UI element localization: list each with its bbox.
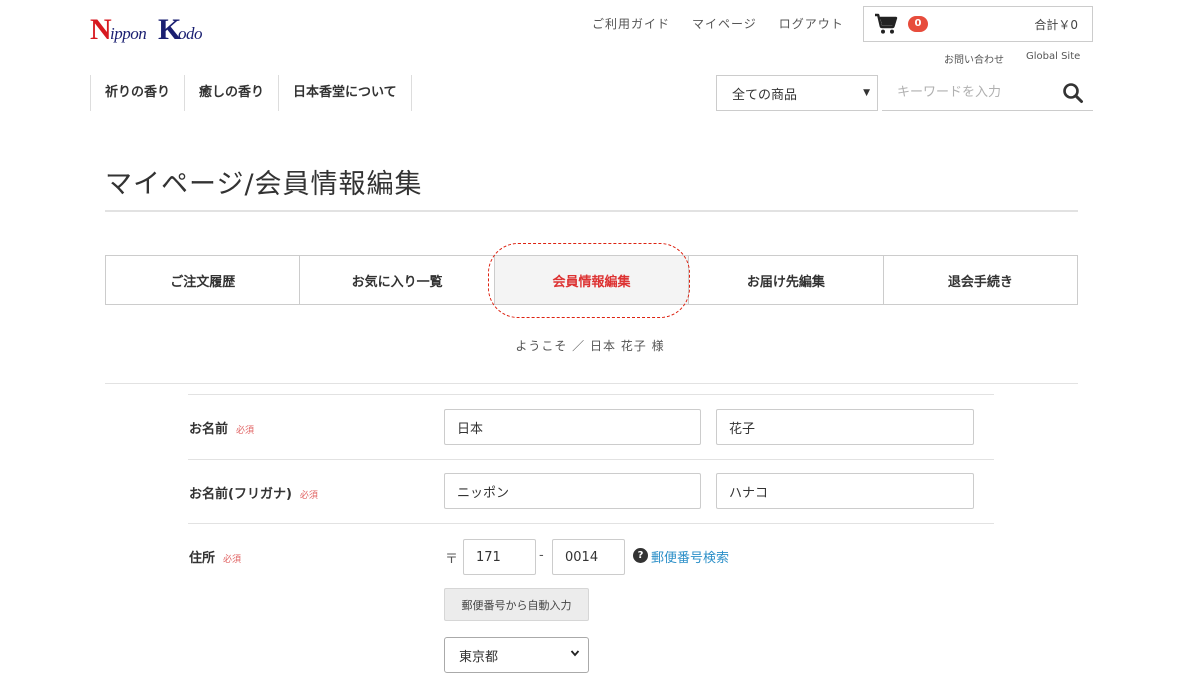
tab-member-info-edit[interactable]: 会員情報編集 bbox=[494, 256, 690, 304]
zip-code-part2-input[interactable] bbox=[552, 539, 625, 575]
first-name-input[interactable] bbox=[716, 409, 974, 445]
name-label: お名前 必須 bbox=[189, 418, 254, 437]
nav-item-prayer-scents[interactable]: 祈りの香り bbox=[91, 75, 186, 111]
contact-link[interactable]: お問い合わせ bbox=[944, 51, 1004, 66]
last-name-input[interactable] bbox=[444, 409, 701, 445]
cart-count-badge: 0 bbox=[908, 16, 928, 32]
required-badge: 必須 bbox=[236, 426, 255, 436]
sub-links: お問い合わせ Global Site bbox=[944, 51, 1080, 66]
guide-link[interactable]: ご利用ガイド bbox=[592, 15, 670, 32]
tab-delivery-address-edit[interactable]: お届け先編集 bbox=[689, 256, 884, 304]
address-label: 住所 必須 bbox=[189, 547, 241, 566]
prefecture-select[interactable]: 東京都 bbox=[444, 637, 589, 673]
nav-item-healing-scents[interactable]: 癒しの香り bbox=[185, 75, 280, 111]
kana-label-text: お名前(フリガナ) bbox=[189, 487, 292, 502]
category-nav: 祈りの香り 癒しの香り 日本香堂について bbox=[90, 75, 412, 111]
nav-item-about[interactable]: 日本香堂について bbox=[279, 75, 412, 111]
cart-button[interactable]: 0 合計￥0 bbox=[863, 6, 1093, 42]
last-name-kana-input[interactable] bbox=[444, 473, 701, 509]
mypage-link[interactable]: マイページ bbox=[692, 15, 757, 32]
tab-order-history[interactable]: ご注文履歴 bbox=[106, 256, 301, 304]
logo-text-ippon: ippon bbox=[110, 24, 147, 43]
top-links: ご利用ガイド マイページ ログアウト bbox=[592, 15, 866, 32]
zip-code-part1-input[interactable] bbox=[463, 539, 536, 575]
welcome-divider bbox=[105, 383, 1078, 384]
cart-icon bbox=[875, 13, 898, 34]
title-divider bbox=[105, 210, 1078, 212]
address-label-text: 住所 bbox=[189, 551, 216, 566]
required-badge: 必須 bbox=[223, 555, 242, 565]
logo-text-odo: odo bbox=[178, 24, 203, 43]
welcome-message: ようこそ ／ 日本 花子 様 bbox=[515, 339, 665, 353]
nippon-kodo-logo[interactable]: N ippon K odo bbox=[90, 14, 218, 46]
tab-favorites[interactable]: お気に入り一覧 bbox=[300, 256, 495, 304]
name-label-text: お名前 bbox=[189, 422, 229, 437]
zip-separator: - bbox=[539, 548, 544, 563]
chevron-down-icon bbox=[570, 650, 580, 657]
form-row-divider bbox=[188, 523, 994, 524]
zip-search-link[interactable]: 郵便番号検索 bbox=[651, 547, 729, 566]
mypage-tabs: ご注文履歴 お気に入り一覧 会員情報編集 お届け先編集 退会手続き bbox=[105, 255, 1078, 305]
search-category-select[interactable]: 全ての商品 ▼ bbox=[716, 75, 878, 111]
logo-letter-n: N bbox=[90, 13, 112, 46]
tab-withdrawal[interactable]: 退会手続き bbox=[884, 256, 1077, 304]
prefecture-value: 東京都 bbox=[459, 649, 499, 665]
form-top-divider bbox=[188, 394, 994, 395]
dropdown-arrow-icon: ▼ bbox=[863, 88, 870, 98]
page-title: マイページ/会員情報編集 bbox=[105, 169, 423, 200]
search-icon[interactable] bbox=[1062, 82, 1084, 104]
first-name-kana-input[interactable] bbox=[716, 473, 974, 509]
required-badge: 必須 bbox=[299, 491, 318, 501]
global-site-link[interactable]: Global Site bbox=[1026, 51, 1080, 66]
kana-label: お名前(フリガナ) 必須 bbox=[189, 483, 318, 502]
search-category-value: 全ての商品 bbox=[732, 87, 798, 103]
form-row-divider bbox=[188, 459, 994, 460]
cart-total: 合計￥0 bbox=[1034, 17, 1078, 32]
question-icon: ? bbox=[633, 548, 648, 563]
postal-mark: 〒 bbox=[445, 552, 459, 567]
logout-link[interactable]: ログアウト bbox=[779, 15, 844, 32]
auto-fill-from-zip-button[interactable]: 郵便番号から自動入力 bbox=[444, 588, 589, 621]
